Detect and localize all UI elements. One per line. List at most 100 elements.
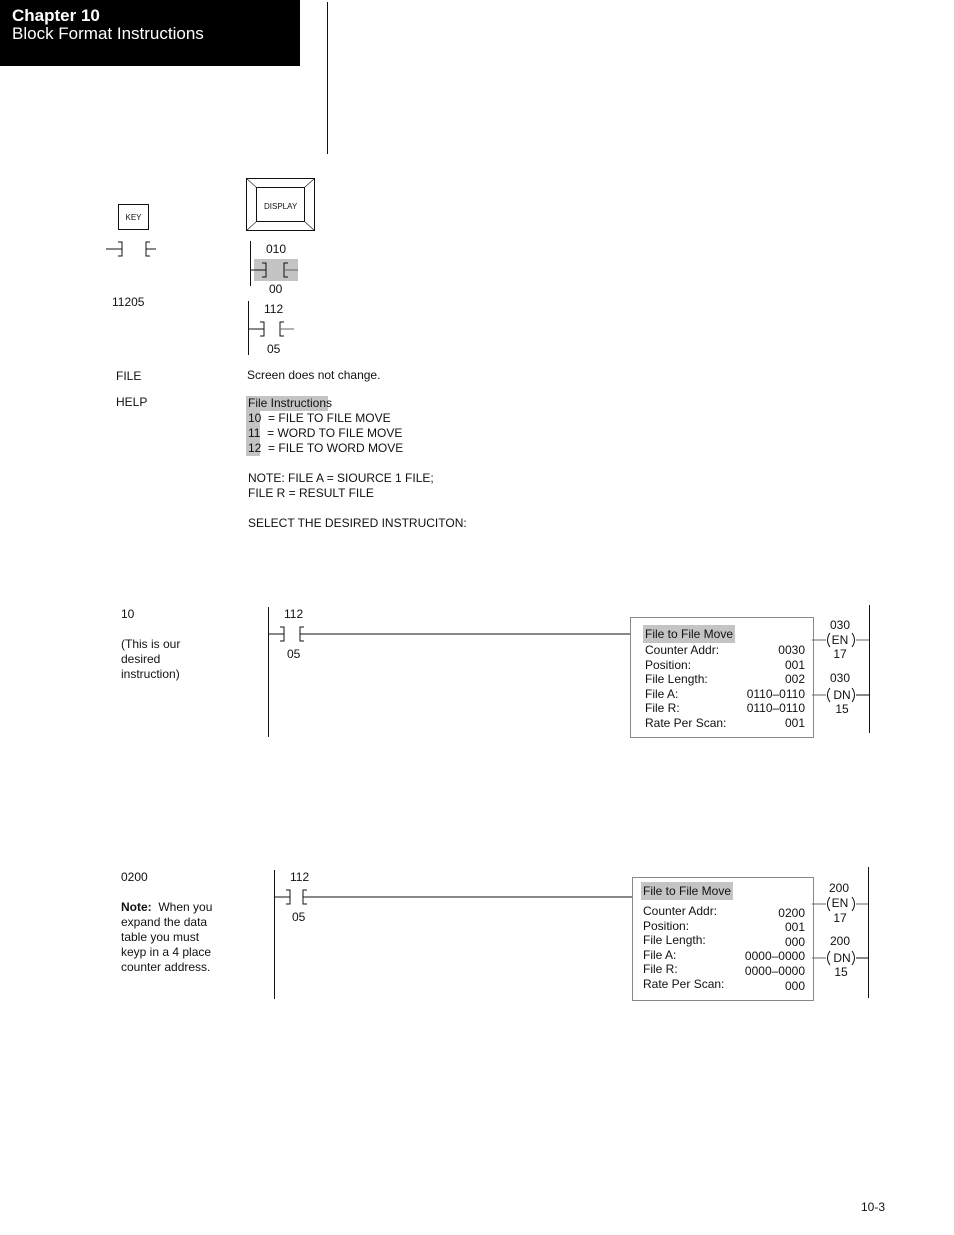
page-number: 10-3 [861,1200,886,1214]
contact-address-bottom: 00 [269,282,283,296]
block-row: File R: 0110–0110 [645,701,805,716]
right-rail [869,605,870,733]
block-title: File to File Move [643,625,736,643]
help-menu-list: 10 = FILE TO FILE MOVE 11 = WORD TO FILE… [248,411,403,456]
coil-dn-bit: 15 [835,702,849,716]
block-row: Counter Addr: 0030 [645,643,805,658]
key-file: FILE [116,369,142,383]
block-row: Position: 001 [643,919,805,934]
file-to-file-move-block[interactable]: File to File Move Counter Addr: 0030 Posi… [630,617,814,738]
row-label: File Length: [645,672,708,686]
contact-address-bottom: 05 [287,647,301,661]
coil-en-label: EN [831,896,849,910]
menu-label: = FILE TO WORD MOVE [268,441,404,455]
chapter-number: Chapter 10 [12,6,100,25]
note-line: keyp in a 4 place [121,945,212,959]
examine-on-contact-icon[interactable] [268,625,630,643]
block-row: File Length: 002 [645,672,805,687]
coil-dn-address: 200 [829,934,851,948]
row-label: Counter Addr: [645,643,720,657]
row-value: 0030 [778,643,805,657]
row-value: 001 [784,657,805,672]
row-value: 001 [784,715,805,730]
menu-code: 11 [248,426,261,440]
note-text: When you [158,900,213,914]
comment-line: desired [121,652,161,666]
comment-line: instruction) [121,667,180,681]
row-value: 000 [784,979,805,993]
key-label: KEY [125,212,142,222]
menu-label: = WORD TO FILE MOVE [267,426,403,440]
contact-address-bottom: 05 [292,910,306,924]
key-help: HELP [116,395,148,409]
note-line-1: NOTE: FILE A = SIOURCE 1 FILE; [248,471,434,485]
note-line: counter address. [121,960,211,974]
block-row: File A: 0110–0110 [645,687,805,702]
help-menu-item[interactable]: 11 = WORD TO FILE MOVE [248,426,403,441]
row-label: Position: [645,657,692,672]
key-legend-box: KEY [118,204,149,230]
help-menu-item[interactable]: 12 = FILE TO WORD MOVE [248,441,403,456]
coil-en-bit: 17 [833,647,847,661]
block-row: File Length: 000 [643,933,805,949]
margin-rule [327,2,328,154]
block-row: Counter Addr: 0200 [643,904,805,920]
result-text: Screen does not change. [247,368,381,382]
row-value: 0110–0110 [746,701,805,715]
contact-address-top: 112 [284,607,304,621]
coil-en-address: 200 [828,881,850,895]
menu-code: 10 [248,411,262,425]
right-rail [868,867,869,998]
chapter-header: Chapter 10 Block Format Instructions [0,0,300,66]
select-prompt: SELECT THE DESIRED INSTRUCITON: [248,516,467,530]
row-label: Position: [643,919,690,933]
coil-en-bit: 17 [833,911,847,925]
note-bold: Note: [121,900,152,914]
chapter-title: Block Format Instructions [12,24,204,43]
coil-dn-label: DN [833,951,851,965]
contact-address-bottom: 05 [267,342,281,356]
contact-address-top: 010 [266,242,287,256]
block-row: Rate Per Scan: 001 [645,716,805,731]
block-row: Position: 001 [645,658,805,673]
examine-on-contact-icon[interactable] [248,320,298,338]
help-menu-title: File Instructions [248,396,333,410]
contact-address-top: 112 [290,870,310,884]
row-label: File A: [643,948,677,962]
coil-dn-address: 030 [829,671,851,685]
coil-en-address: 030 [829,618,851,632]
examine-on-key-icon [106,241,156,257]
examine-on-contact-icon[interactable] [250,261,300,279]
row-label: File A: [645,686,679,701]
key-10: 10 [121,607,135,621]
display-label: DISPLAY [264,202,298,211]
row-label: Rate Per Scan: [643,977,725,991]
note-line: Note: When you [121,900,212,915]
block-row: File A: 0000–0000 [643,948,805,963]
menu-label: = FILE TO FILE MOVE [268,411,391,425]
row-label: Rate Per Scan: [645,715,727,730]
row-value: 002 [784,672,805,686]
menu-code: 12 [248,441,262,455]
row-label: File R: [645,701,680,715]
examine-on-contact-icon[interactable] [274,888,634,906]
row-value: 0110–0110 [746,686,805,701]
block-title: File to File Move [641,882,734,900]
file-to-file-move-block[interactable]: File to File Move Counter Addr: 0200 Posi… [632,877,814,1001]
key-0200: 0200 [121,870,148,884]
note-line: table you must [121,930,200,944]
contact-address-top: 112 [264,302,284,316]
row-label: Counter Addr: [643,904,718,918]
row-label: File Length: [643,933,706,947]
block-row: File R: 0000–0000 [643,962,805,978]
help-menu-item[interactable]: 10 = FILE TO FILE MOVE [248,411,403,426]
note-line-2: FILE R = RESULT FILE [248,486,374,500]
note-line: expand the data [121,915,208,929]
coil-dn-label: DN [833,688,851,702]
row-label: File R: [643,962,678,976]
comment-line: (This is our [121,637,181,651]
coil-en-label: EN [831,633,849,647]
address-entry: 11205 [112,295,145,309]
coil-dn-bit: 15 [834,965,848,979]
block-row: Rate Per Scan: 000 [643,977,805,993]
